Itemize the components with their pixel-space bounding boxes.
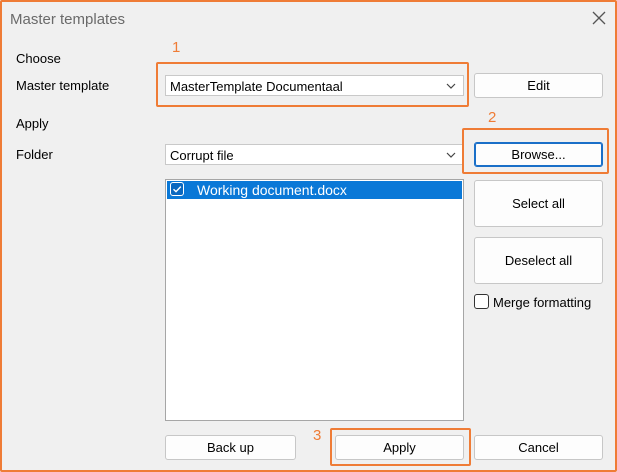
- document-list[interactable]: Working document.docx: [165, 179, 464, 421]
- master-template-value: MasterTemplate Documentaal: [170, 79, 343, 94]
- cancel-button[interactable]: Cancel: [474, 435, 603, 460]
- document-checkbox[interactable]: [170, 182, 184, 196]
- apply-button[interactable]: Apply: [335, 435, 464, 460]
- folder-value: Corrupt file: [170, 148, 234, 163]
- callout-number-1: 1: [172, 39, 181, 56]
- callout-number-3: 3: [313, 427, 322, 444]
- chevron-down-icon: [446, 152, 456, 158]
- document-name: Working document.docx: [197, 182, 347, 198]
- master-template-select[interactable]: MasterTemplate Documentaal: [165, 75, 464, 96]
- folder-select[interactable]: Corrupt file: [165, 144, 464, 165]
- choose-section-label: Choose: [16, 51, 61, 66]
- callout-number-2: 2: [488, 109, 497, 126]
- list-item[interactable]: Working document.docx: [167, 181, 462, 199]
- check-icon: [173, 186, 182, 193]
- deselect-all-button[interactable]: Deselect all: [474, 237, 603, 284]
- folder-label: Folder: [16, 147, 53, 162]
- back-up-button[interactable]: Back up: [165, 435, 296, 460]
- master-template-label: Master template: [16, 78, 110, 93]
- select-all-button[interactable]: Select all: [474, 180, 603, 227]
- chevron-down-icon: [446, 83, 456, 89]
- window-title: Master templates: [10, 11, 126, 28]
- merge-formatting-label[interactable]: Merge formatting: [493, 295, 591, 310]
- merge-formatting-checkbox[interactable]: [474, 294, 489, 309]
- title-bar: Master templates: [2, 2, 615, 36]
- close-icon[interactable]: [591, 10, 607, 26]
- edit-button[interactable]: Edit: [474, 73, 603, 98]
- browse-button[interactable]: Browse...: [474, 142, 603, 167]
- apply-section-label: Apply: [16, 116, 49, 131]
